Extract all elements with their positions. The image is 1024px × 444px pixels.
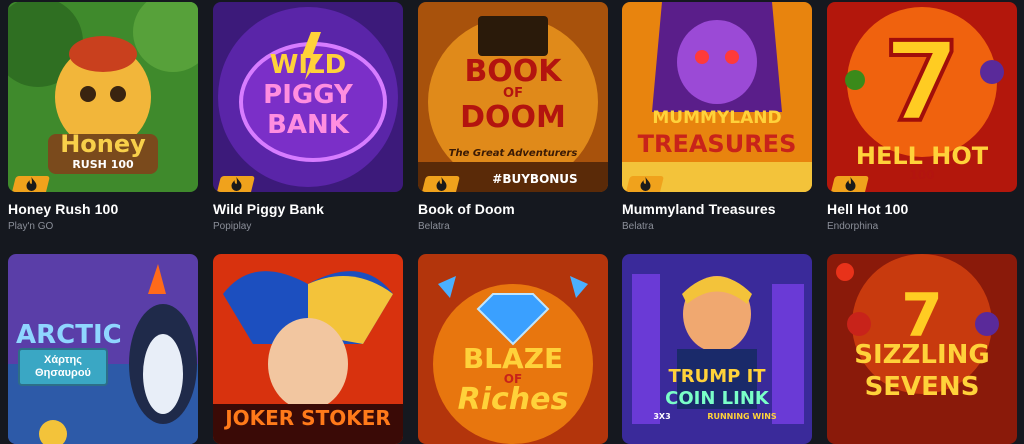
game-logo-line: BOOK xyxy=(464,54,562,89)
game-thumbnail[interactable]: 7 SIZZLING SEVENS xyxy=(827,254,1017,444)
game-logo-line: The Great Adventurers xyxy=(448,148,578,159)
game-title[interactable]: Hell Hot 100 xyxy=(827,201,1017,217)
game-title[interactable]: Wild Piggy Bank xyxy=(213,201,403,217)
game-thumbnail[interactable]: MUMMYLAND TREASURES xyxy=(622,2,812,192)
hot-badge xyxy=(831,176,869,192)
game-title[interactable]: Mummyland Treasures xyxy=(622,201,812,217)
flame-icon xyxy=(845,177,856,191)
game-thumbnail[interactable]: Honey RUSH 100 xyxy=(8,2,198,192)
game-logo-line: COIN LINK xyxy=(665,388,769,409)
grid-size-label: 3X3 xyxy=(653,412,671,421)
game-logo-line: BLAZE xyxy=(462,342,564,375)
game-thumbnail[interactable]: ARCTIC Χάρτης Θησαυρού xyxy=(8,254,198,444)
game-logo-line: OF xyxy=(503,86,523,101)
game-card-book-of-doom[interactable]: BOOK OF DOOM The Great Adventurers #BUYB… xyxy=(418,2,608,232)
buy-bonus-tag: #BUYBONUS xyxy=(492,172,578,186)
game-card-trump-it[interactable]: TRUMP IT COIN LINK 3X3 RUNNING WINS xyxy=(622,254,812,444)
game-logo-line: SIZZLING xyxy=(854,340,990,370)
game-logo-line: MUMMYLAND xyxy=(652,108,782,128)
game-card-mummyland-treasures[interactable]: MUMMYLAND TREASURES Mummyland Treasures … xyxy=(622,2,812,232)
hot-badge xyxy=(217,176,255,192)
game-logo-line: Riches xyxy=(457,382,569,417)
treasure-map-label: Χάρτης Θησαυρού xyxy=(18,348,108,386)
hot-badge xyxy=(12,176,50,192)
game-thumbnail[interactable]: BOOK OF DOOM The Great Adventurers #BUYB… xyxy=(418,2,608,192)
game-card-sizzling-sevens[interactable]: 7 SIZZLING SEVENS xyxy=(827,254,1017,444)
flame-icon xyxy=(640,177,651,191)
game-thumbnail[interactable]: 7 HELL HOT 100 xyxy=(827,2,1017,192)
game-provider[interactable]: Popiplay xyxy=(213,221,403,232)
game-card-blaze-of-riches[interactable]: BLAZE OF Riches xyxy=(418,254,608,444)
game-card-arctic[interactable]: ARCTIC Χάρτης Θησαυρού xyxy=(8,254,198,444)
flame-icon xyxy=(231,177,242,191)
game-logo-line: PIGGY xyxy=(263,80,353,110)
game-logo-line: HELL HOT xyxy=(855,142,989,170)
game-provider[interactable]: Play'n GO xyxy=(8,221,198,232)
game-card-joker-stoker[interactable]: JOKER STOKER xyxy=(213,254,403,444)
game-title[interactable]: Book of Doom xyxy=(418,201,608,217)
flame-icon xyxy=(436,177,447,191)
game-logo-line: WILD xyxy=(269,50,347,80)
mummyland-treasures-artwork xyxy=(622,2,812,192)
game-title[interactable]: Honey Rush 100 xyxy=(8,201,198,217)
game-logo-line: ARCTIC xyxy=(16,320,122,350)
game-provider[interactable]: Endorphina xyxy=(827,221,1017,232)
game-logo-line: RUSH 100 xyxy=(72,158,134,171)
game-card-hell-hot-100[interactable]: 7 HELL HOT 100 Hell Hot 100 Endorphina xyxy=(827,2,1017,232)
game-thumbnail[interactable]: TRUMP IT COIN LINK 3X3 RUNNING WINS xyxy=(622,254,812,444)
game-logo-line: TREASURES xyxy=(637,130,797,158)
game-thumbnail[interactable]: BLAZE OF Riches xyxy=(418,254,608,444)
hot-badge xyxy=(626,176,664,192)
game-thumbnail[interactable]: JOKER STOKER xyxy=(213,254,403,444)
running-wins-label: RUNNING WINS xyxy=(707,412,777,421)
game-provider[interactable]: Belatra xyxy=(622,221,812,232)
game-provider[interactable]: Belatra xyxy=(418,221,608,232)
game-logo-line: DOOM xyxy=(460,100,566,135)
svg-text:7: 7 xyxy=(884,18,961,146)
game-card-wild-piggy-bank[interactable]: WILD PIGGY BANK Wild Piggy Bank Popiplay xyxy=(213,2,403,232)
game-grid: Honey RUSH 100 Honey Rush 100 Play'n GO … xyxy=(8,2,1020,444)
game-card-honey-rush[interactable]: Honey RUSH 100 Honey Rush 100 Play'n GO xyxy=(8,2,198,232)
game-thumbnail[interactable]: WILD PIGGY BANK xyxy=(213,2,403,192)
flame-icon xyxy=(26,177,37,191)
game-logo-line: SEVENS xyxy=(864,372,980,402)
hot-badge xyxy=(422,176,460,192)
game-logo-line: BANK xyxy=(267,110,349,140)
game-logo-line: JOKER STOKER xyxy=(225,406,391,430)
game-logo-line: TRUMP IT xyxy=(668,366,766,387)
game-logo-line: Honey xyxy=(60,130,146,158)
